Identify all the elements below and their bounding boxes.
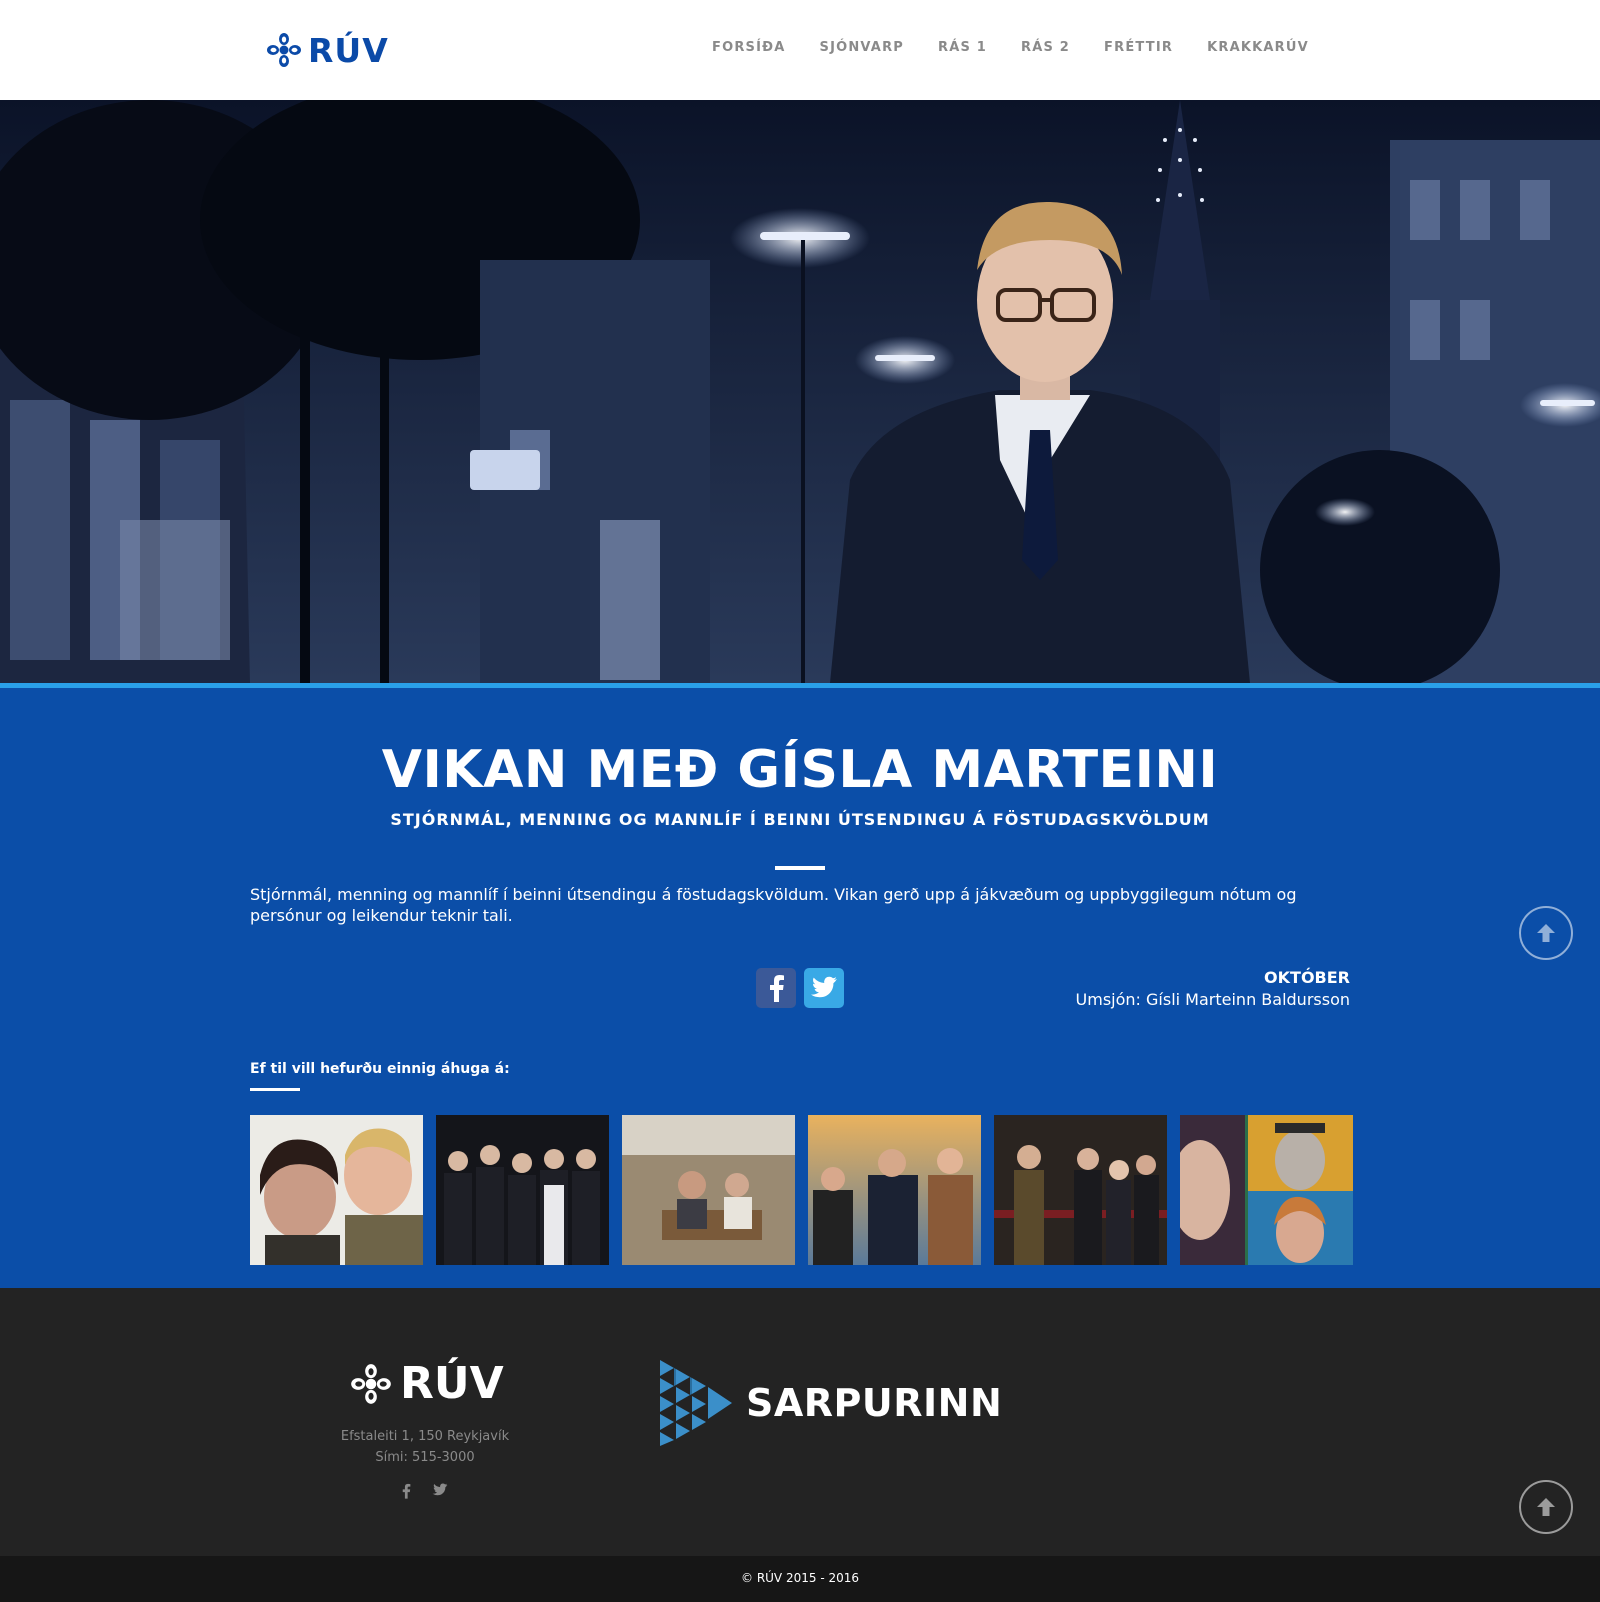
related-show-thumb[interactable] (994, 1115, 1167, 1265)
scroll-to-top-button[interactable] (1519, 906, 1573, 960)
nav-forsida[interactable]: FORSÍÐA (712, 40, 786, 55)
footer-twitter-link[interactable] (432, 1483, 448, 1504)
footer-social-links (400, 1483, 448, 1504)
related-divider (250, 1088, 300, 1091)
footer-address: Efstaleiti 1, 150 Reykjavík (340, 1429, 510, 1444)
copyright-bar: © RÚV 2015 - 2016 (0, 1556, 1600, 1602)
facebook-icon (770, 975, 784, 1002)
footer-contact: Efstaleiti 1, 150 Reykjavík Sími: 515-30… (325, 1426, 525, 1468)
related-show-thumb[interactable] (250, 1115, 423, 1265)
nav-ras2[interactable]: RÁS 2 (1021, 40, 1070, 55)
site-header: RÚV FORSÍÐA SJÓNVARP RÁS 1 RÁS 2 FRÉTTIR… (0, 0, 1600, 100)
nav-krakkaruv[interactable]: KRAKKARÚV (1207, 40, 1309, 55)
related-label: Ef til vill hefurðu einnig áhuga á: (250, 1061, 510, 1077)
footer-ruv-logo[interactable]: RÚV (350, 1358, 504, 1409)
ruv-logo[interactable]: RÚV (266, 30, 389, 70)
related-show-thumb[interactable] (622, 1115, 795, 1265)
show-subtitle: STJÓRNMÁL, MENNING OG MANNLÍF Í BEINNI Ú… (390, 810, 1210, 829)
copyright-text: © RÚV 2015 - 2016 (741, 1571, 859, 1585)
show-description: Stjórnmál, menning og mannlíf í beinni ú… (250, 885, 1297, 925)
nav-sjonvarp[interactable]: SJÓNVARP (820, 40, 905, 55)
hero-image (0, 100, 1600, 683)
footer-scroll-to-top-button[interactable] (1519, 1480, 1573, 1534)
arrow-up-icon (1537, 1498, 1555, 1516)
sarpurinn-logo[interactable]: SARPURINN (660, 1360, 1002, 1446)
title-divider (775, 866, 825, 870)
show-info-section: VIKAN MEÐ GÍSLA MARTEINI STJÓRNMÁL, MENN… (0, 688, 1600, 1288)
twitter-icon (811, 976, 837, 998)
sarpurinn-text: SARPURINN (746, 1381, 1003, 1425)
show-host: Umsjón: Gísli Marteinn Baldursson (1075, 990, 1350, 1009)
facebook-icon (402, 1483, 411, 1499)
hero-street-illustration (0, 100, 1600, 683)
arrow-up-icon (1537, 924, 1555, 942)
related-show-thumb[interactable] (808, 1115, 981, 1265)
related-show-thumb[interactable] (436, 1115, 609, 1265)
main-nav: FORSÍÐA SJÓNVARP RÁS 1 RÁS 2 FRÉTTIR KRA… (712, 40, 1309, 55)
footer-logo-text: RÚV (400, 1358, 504, 1409)
facebook-share-button[interactable] (756, 968, 796, 1008)
sarpurinn-play-icon (660, 1360, 732, 1446)
twitter-icon (432, 1483, 448, 1496)
ruv-emblem-icon (267, 33, 301, 67)
site-footer: RÚV Efstaleiti 1, 150 Reykjavík Sími: 51… (0, 1288, 1600, 1556)
show-title: VIKAN MEÐ GÍSLA MARTEINI (381, 740, 1219, 800)
related-show-thumb[interactable] (1180, 1115, 1353, 1265)
broadcast-meta: OKTÓBER Umsjón: Gísli Marteinn Baldursso… (1076, 968, 1350, 1009)
footer-phone: Sími: 515-3000 (375, 1450, 475, 1465)
nav-ras1[interactable]: RÁS 1 (938, 40, 987, 55)
broadcast-month: OKTÓBER (1264, 968, 1350, 987)
share-buttons (756, 968, 844, 1008)
footer-facebook-link[interactable] (400, 1483, 412, 1504)
twitter-share-button[interactable] (804, 968, 844, 1008)
logo-text: RÚV (308, 30, 389, 70)
related-shows (250, 1115, 1353, 1265)
ruv-emblem-icon (351, 1363, 391, 1404)
nav-frettir[interactable]: FRÉTTIR (1104, 40, 1173, 55)
